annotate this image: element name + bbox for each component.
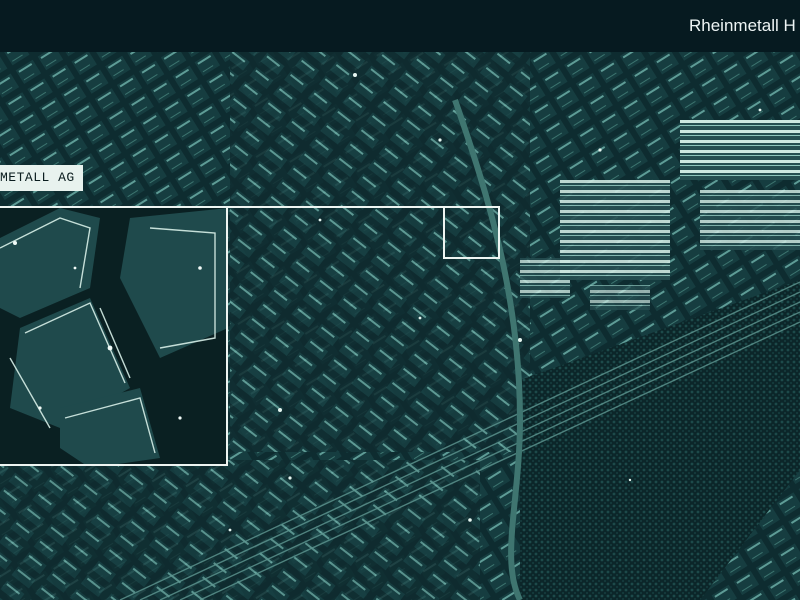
target-label: METALL AG bbox=[0, 165, 83, 191]
satellite-map[interactable]: METALL AG bbox=[0, 52, 800, 600]
top-bar: Rheinmetall H bbox=[0, 0, 800, 52]
leader-line bbox=[228, 206, 443, 208]
zoom-detail-icon bbox=[0, 208, 226, 464]
zoom-inset[interactable] bbox=[0, 206, 228, 466]
brand-title: Rheinmetall H bbox=[689, 16, 796, 35]
target-highlight-box[interactable] bbox=[443, 206, 500, 259]
